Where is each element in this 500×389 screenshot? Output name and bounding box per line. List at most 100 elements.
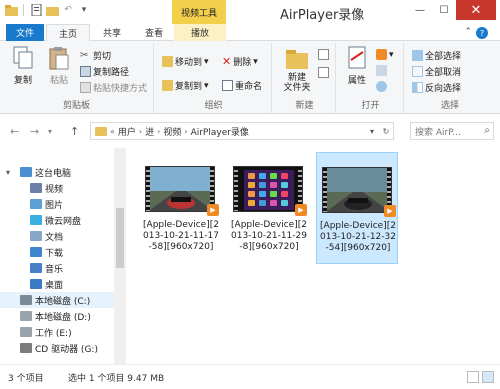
edit-icon <box>376 65 387 76</box>
edit-button[interactable] <box>376 65 387 76</box>
close-button[interactable]: ✕ <box>456 0 496 20</box>
open-dropdown-icon: ▾ <box>389 49 394 60</box>
maximize-button[interactable]: ☐ <box>432 0 456 20</box>
sidebar-item-icon <box>30 183 42 193</box>
tab-home[interactable]: 主页 <box>46 24 90 42</box>
sidebar-item-label: 文档 <box>45 232 64 243</box>
new-folder-qat-icon[interactable] <box>45 3 59 17</box>
sidebar-item-label: 下载 <box>45 248 64 259</box>
large-icons-view-icon[interactable] <box>482 371 494 383</box>
properties-button[interactable]: 属性 <box>340 45 374 86</box>
sidebar-item[interactable]: ▾ 这台电脑 <box>0 164 114 180</box>
sidebar-item-icon <box>20 343 32 353</box>
properties-label: 属性 <box>347 76 366 86</box>
file-item[interactable]: ▶ [Apple-Device][2013-10-21-11-29-8][960x… <box>228 152 310 264</box>
breadcrumb-user[interactable]: 进 <box>145 125 154 138</box>
search-input[interactable]: 搜索 AirP... ⌕ <box>410 122 494 140</box>
copy-path-button[interactable]: 复制路径 <box>80 65 129 78</box>
breadcrumb-separator-icon[interactable]: › <box>184 127 187 136</box>
address-dropdown-icon[interactable]: ▾ <box>365 123 379 139</box>
new-folder-button[interactable]: 新建 文件夹 <box>278 45 316 93</box>
file-list: ▶ [Apple-Device][2013-10-21-11-17-58][960… <box>128 148 500 364</box>
sidebar-item[interactable]: 下载 <box>0 244 114 260</box>
refresh-icon[interactable]: ↻ <box>379 123 393 139</box>
sidebar-item[interactable]: 桌面 <box>0 276 114 292</box>
sidebar-item[interactable]: 文档 <box>0 228 114 244</box>
sidebar-item[interactable]: 微云网盘 <box>0 212 114 228</box>
sidebar-item[interactable]: 本地磁盘 (C:) <box>0 292 114 308</box>
forward-arrow-icon[interactable]: → <box>30 125 39 138</box>
sidebar-item-label: 本地磁盘 (C:) <box>35 296 91 307</box>
paste-icon <box>49 47 69 70</box>
sidebar-item-label: CD 驱动器 (G:) <box>35 344 98 355</box>
rename-label: 重命名 <box>235 82 263 92</box>
cut-button[interactable]: ✂ 剪切 <box>80 49 111 62</box>
ribbon-collapse-icon[interactable]: ⌃ <box>464 27 472 39</box>
sidebar-item[interactable]: 音乐 <box>0 260 114 276</box>
move-to-button[interactable]: 移动到 ▾ <box>162 55 209 68</box>
address-actions: ▾ ↻ <box>365 123 393 139</box>
tab-file[interactable]: 文件 <box>6 24 44 41</box>
select-none-label: 全部取消 <box>425 68 462 78</box>
select-all-button[interactable]: 全部选择 <box>412 49 461 62</box>
back-arrow-icon[interactable]: ← <box>10 125 19 138</box>
delete-label: 删除 <box>233 58 252 68</box>
help-icon[interactable]: ? <box>476 27 488 39</box>
undo-icon[interactable]: ↶ <box>61 3 75 17</box>
window-title: AirPlayer录像 <box>280 8 365 23</box>
sidebar-item[interactable]: 图片 <box>0 196 114 212</box>
organize-group: 移动到 ▾ 复制到 ▾ ✕ 删除 ▾ 重命名 组织 <box>156 43 272 113</box>
select-none-button[interactable]: 全部取消 <box>412 65 461 78</box>
rename-button[interactable]: 重命名 <box>222 79 262 92</box>
invert-selection-icon <box>412 82 423 93</box>
copy-to-button[interactable]: 复制到 ▾ <box>162 79 209 92</box>
details-view-icon[interactable] <box>467 371 479 383</box>
breadcrumb-airplayer[interactable]: AirPlayer录像 <box>191 125 249 138</box>
file-item[interactable]: ▶ [Apple-Device][2013-10-21-12-32-54][960… <box>316 152 398 264</box>
sidebar-item[interactable]: 本地磁盘 (D:) <box>0 308 114 324</box>
file-item[interactable]: ▶ [Apple-Device][2013-10-21-11-17-58][960… <box>140 152 222 264</box>
sidebar-scrollbar[interactable] <box>114 148 126 364</box>
organize-group-label: 组织 <box>204 101 223 111</box>
sidebar-item-icon <box>30 231 42 241</box>
breadcrumb-videos[interactable]: 视频 <box>163 125 181 138</box>
sidebar-item[interactable]: 工作 (E:) <box>0 324 114 340</box>
invert-selection-button[interactable]: 反向选择 <box>412 81 461 94</box>
search-icon[interactable]: ⌕ <box>484 125 490 136</box>
copy-path-icon <box>80 66 91 77</box>
dropdown-icon[interactable]: ▾ <box>77 3 91 17</box>
sidebar-scrollbar-thumb[interactable] <box>116 208 124 268</box>
recent-dropdown-icon[interactable]: ▾ <box>48 127 52 136</box>
breadcrumb-users[interactable]: 用户 <box>118 125 136 138</box>
address-bar[interactable]: « 用户 › 进 › 视频 › AirPlayer录像 ▾ ↻ <box>90 122 394 140</box>
tab-play[interactable]: 播放 <box>174 24 226 41</box>
delete-icon: ✕ <box>222 55 232 68</box>
copy-icon <box>13 46 33 69</box>
selection-info: 选中 1 个项目 9.47 MB <box>68 373 165 384</box>
tab-share[interactable]: 共享 <box>90 24 134 41</box>
sidebar-item[interactable]: 视频 <box>0 180 114 196</box>
open-group: 属性 ▾ 打开 <box>338 43 404 113</box>
paste-shortcut-button[interactable]: 粘贴快捷方式 <box>80 81 147 94</box>
open-button[interactable]: ▾ <box>376 49 394 60</box>
properties-qat-icon[interactable] <box>29 3 43 17</box>
sidebar-item-label: 图片 <box>45 200 64 211</box>
delete-button[interactable]: ✕ 删除 ▾ <box>222 55 258 68</box>
new-item-icon <box>318 49 329 60</box>
history-button[interactable] <box>376 81 387 92</box>
minimize-button[interactable]: — <box>408 0 432 20</box>
ribbon-tabs: 文件 主页 共享 查看 播放 ⌃ ? <box>0 24 500 42</box>
breadcrumb-separator-icon[interactable]: › <box>139 127 142 136</box>
tab-view[interactable]: 查看 <box>134 24 174 41</box>
film-strip <box>298 167 302 211</box>
easy-access-button[interactable] <box>318 67 329 78</box>
sidebar-item[interactable]: CD 驱动器 (G:) <box>0 340 114 356</box>
new-item-button[interactable] <box>318 49 329 60</box>
up-arrow-icon[interactable]: ↑ <box>70 125 79 138</box>
breadcrumb-separator-icon[interactable]: › <box>157 127 160 136</box>
overflow-chevron-icon[interactable]: « <box>110 127 115 136</box>
sidebar-item-label: 视频 <box>45 184 64 195</box>
expand-chevron-icon[interactable]: ▾ <box>6 168 10 177</box>
copy-button[interactable]: 复制 <box>6 45 40 86</box>
paste-button[interactable]: 粘贴 <box>42 45 76 86</box>
